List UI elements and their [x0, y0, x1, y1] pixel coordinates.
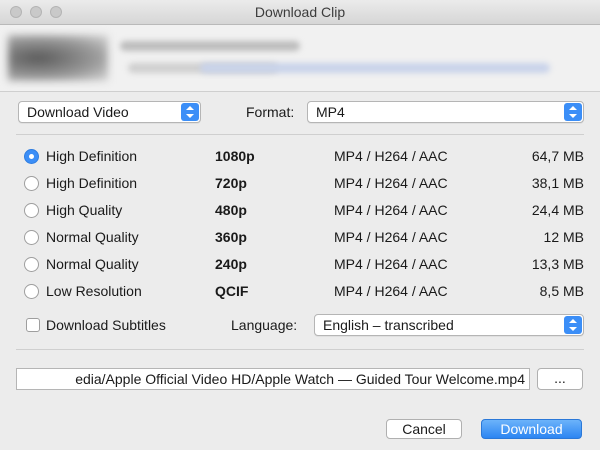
quality-radio[interactable] — [24, 149, 39, 164]
download-type-select[interactable]: Download Video — [18, 101, 201, 123]
file-size-label: 12 MB — [543, 229, 584, 245]
video-preview — [0, 25, 600, 91]
quality-option-row[interactable]: High Quality 480p MP4 / H264 / AAC 24,4 … — [0, 201, 600, 221]
quality-option-row[interactable]: Normal Quality 360p MP4 / H264 / AAC 12 … — [0, 228, 600, 248]
file-size-label: 24,4 MB — [531, 202, 584, 218]
quality-label: Low Resolution — [46, 283, 142, 299]
download-subtitles-checkbox[interactable] — [26, 318, 40, 332]
format-codec-label: MP4 / H264 / AAC — [334, 148, 448, 164]
language-label: Language: — [231, 317, 298, 333]
format-codec-label: MP4 / H264 / AAC — [334, 256, 448, 272]
format-select[interactable]: MP4 — [307, 101, 584, 123]
select-arrows-icon — [564, 316, 582, 334]
format-label: Format: — [246, 104, 295, 120]
divider — [0, 91, 600, 92]
quality-radio[interactable] — [24, 176, 39, 191]
quality-option-row[interactable]: Low Resolution QCIF MP4 / H264 / AAC 8,5… — [0, 282, 600, 302]
cancel-button[interactable]: Cancel — [386, 419, 462, 439]
window-title: Download Clip — [254, 4, 346, 20]
download-subtitles-label: Download Subtitles — [46, 317, 166, 333]
title-bar: Download Clip — [0, 0, 600, 25]
quality-label: High Definition — [46, 175, 138, 191]
quality-option-row[interactable]: Normal Quality 240p MP4 / H264 / AAC 13,… — [0, 255, 600, 275]
save-path-value: edia/Apple Official Video HD/Apple Watch… — [75, 371, 525, 387]
file-size-label: 64,7 MB — [531, 148, 584, 164]
quality-radio[interactable] — [24, 257, 39, 272]
resolution-label: QCIF — [215, 283, 249, 299]
divider — [16, 134, 584, 135]
resolution-label: 480p — [215, 202, 247, 218]
browse-button[interactable]: ... — [537, 368, 583, 390]
format-codec-label: MP4 / H264 / AAC — [334, 202, 448, 218]
format-codec-label: MP4 / H264 / AAC — [334, 175, 448, 191]
file-size-label: 13,3 MB — [531, 256, 584, 272]
divider — [16, 349, 584, 350]
download-button[interactable]: Download — [481, 419, 582, 439]
quality-label: High Definition — [46, 148, 138, 164]
quality-label: Normal Quality — [46, 256, 139, 272]
resolution-label: 240p — [215, 256, 247, 272]
resolution-label: 360p — [215, 229, 247, 245]
quality-label: Normal Quality — [46, 229, 139, 245]
video-title-blurred — [120, 41, 300, 51]
file-size-label: 8,5 MB — [539, 283, 584, 299]
select-arrows-icon — [181, 103, 199, 121]
quality-option-row[interactable]: High Definition 1080p MP4 / H264 / AAC 6… — [0, 147, 600, 167]
language-value: English – transcribed — [323, 317, 454, 333]
resolution-label: 720p — [215, 175, 247, 191]
file-size-label: 38,1 MB — [531, 175, 584, 191]
save-path-field[interactable]: edia/Apple Official Video HD/Apple Watch… — [16, 368, 530, 390]
video-url-blurred — [200, 63, 550, 73]
language-select[interactable]: English – transcribed — [314, 314, 584, 336]
resolution-label: 1080p — [215, 148, 255, 164]
quality-label: High Quality — [46, 202, 123, 218]
select-arrows-icon — [564, 103, 582, 121]
quality-radio[interactable] — [24, 284, 39, 299]
format-codec-label: MP4 / H264 / AAC — [334, 283, 448, 299]
format-value: MP4 — [316, 104, 345, 120]
format-codec-label: MP4 / H264 / AAC — [334, 229, 448, 245]
video-thumbnail — [8, 35, 108, 81]
quality-option-row[interactable]: High Definition 720p MP4 / H264 / AAC 38… — [0, 174, 600, 194]
quality-radio[interactable] — [24, 230, 39, 245]
quality-radio[interactable] — [24, 203, 39, 218]
download-type-value: Download Video — [27, 104, 129, 120]
